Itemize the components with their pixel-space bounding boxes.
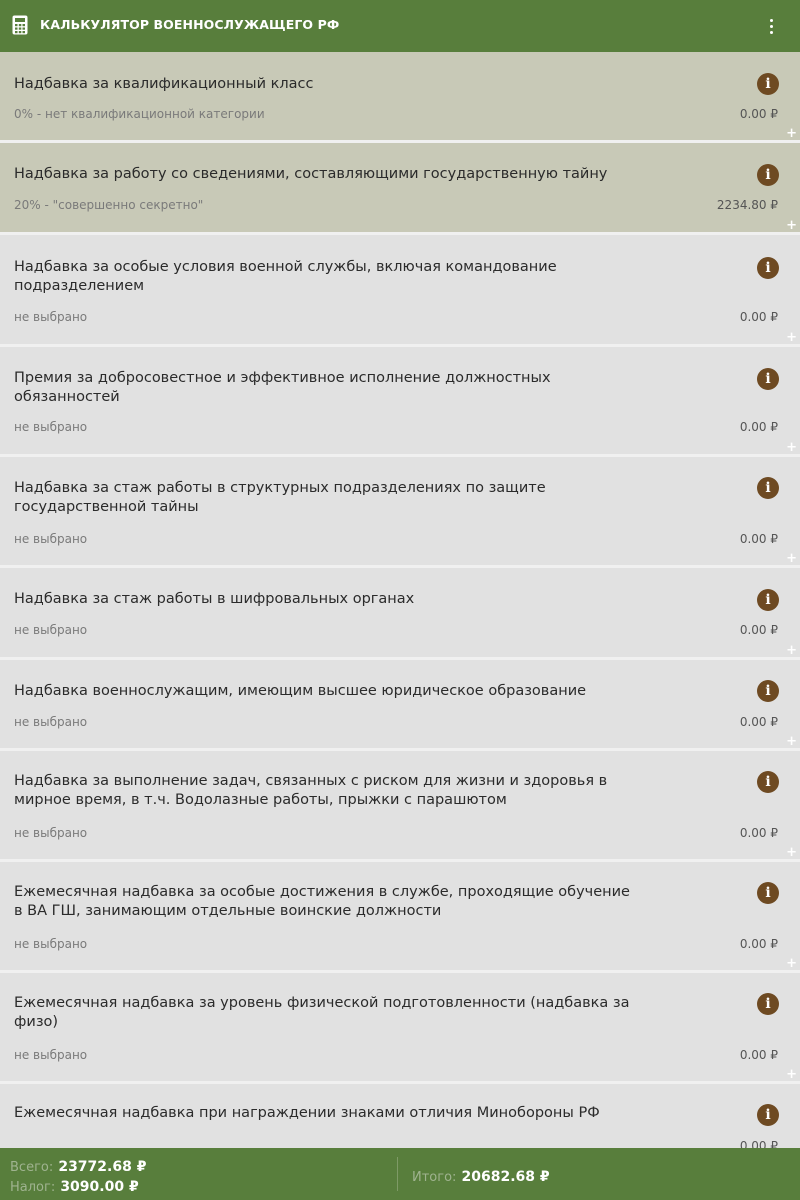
allowance-item-law-degree[interactable]: Надбавка военнослужащим, имеющим высшее … — [0, 660, 800, 751]
info-icon[interactable]: i — [757, 164, 779, 186]
allowance-item-qualification[interactable]: Надбавка за квалификационный класс 0% - … — [0, 52, 800, 143]
plus-icon[interactable]: + — [786, 1068, 797, 1081]
info-icon[interactable]: i — [757, 589, 779, 611]
tax-value: 3090.00 ₽ — [60, 1179, 139, 1195]
plus-icon[interactable]: + — [786, 127, 797, 140]
item-title: Ежемесячная надбавка при награждении зна… — [14, 1105, 600, 1121]
item-title: Надбавка за особые условия военной служб… — [14, 259, 557, 294]
item-amount: 0.00 ₽ — [739, 420, 778, 434]
allowance-item-physical-fitness[interactable]: Ежемесячная надбавка за уровень физическ… — [0, 973, 800, 1084]
item-value: не выбрано — [14, 623, 88, 637]
item-value: не выбрано — [14, 1048, 88, 1062]
info-icon[interactable]: i — [757, 1104, 779, 1126]
allowance-item-cipher-seniority[interactable]: Надбавка за стаж работы в шифровальных о… — [0, 568, 800, 660]
allowance-list: Надбавка за квалификационный класс 0% - … — [0, 52, 800, 1148]
result-label: Итого: — [412, 1170, 457, 1185]
info-icon[interactable]: i — [757, 257, 779, 279]
info-icon[interactable]: i — [757, 882, 779, 904]
item-title: Ежемесячная надбавка за уровень физическ… — [14, 995, 630, 1030]
plus-icon[interactable]: + — [786, 441, 797, 454]
plus-icon[interactable]: + — [786, 957, 797, 970]
item-title: Надбавка за стаж работы в шифровальных о… — [14, 591, 415, 607]
item-title: Надбавка военнослужащим, имеющим высшее … — [14, 683, 587, 699]
app-header: КАЛЬКУЛЯТОР ВОЕННОСЛУЖАЩЕГО РФ — [0, 0, 800, 52]
item-title: Надбавка за квалификационный класс — [14, 76, 314, 92]
info-icon[interactable]: i — [757, 993, 779, 1015]
total-label: Всего: — [10, 1160, 54, 1175]
plus-icon[interactable]: + — [786, 552, 797, 565]
item-amount: 0.00 ₽ — [739, 532, 778, 546]
tax-row: Налог: 3090.00 ₽ — [10, 1176, 139, 1195]
item-title: Премия за добросовестное и эффективное и… — [14, 370, 551, 405]
calculator-icon — [12, 15, 28, 35]
item-title: Надбавка за выполнение задач, связанных … — [14, 773, 608, 808]
item-value: не выбрано — [14, 826, 88, 840]
plus-icon[interactable]: + — [786, 331, 797, 344]
more-vert-icon[interactable] — [764, 16, 780, 36]
item-amount: 2234.80 ₽ — [716, 198, 778, 212]
app-title: КАЛЬКУЛЯТОР ВОЕННОСЛУЖАЩЕГО РФ — [40, 17, 340, 32]
allowance-item-bonus[interactable]: Премия за добросовестное и эффективное и… — [0, 347, 800, 457]
item-title: Надбавка за работу со сведениями, состав… — [14, 166, 608, 182]
item-amount: 0.00 ₽ — [739, 107, 778, 121]
item-amount: 0.00 ₽ — [739, 1139, 778, 1148]
allowance-item-distinction-badges[interactable]: Ежемесячная надбавка при награждении зна… — [0, 1084, 800, 1148]
result-value: 20682.68 ₽ — [461, 1169, 550, 1185]
info-icon[interactable]: i — [757, 73, 779, 95]
allowance-item-special-conditions[interactable]: Надбавка за особые условия военной служб… — [0, 235, 800, 347]
item-amount: 0.00 ₽ — [739, 826, 778, 840]
item-title: Ежемесячная надбавка за особые достижени… — [14, 884, 630, 919]
allowance-item-secret-service-seniority[interactable]: Надбавка за стаж работы в структурных по… — [0, 457, 800, 568]
total-row: Всего: 23772.68 ₽ — [10, 1156, 146, 1175]
item-amount: 0.00 ₽ — [739, 623, 778, 637]
item-amount: 0.00 ₽ — [739, 715, 778, 729]
allowance-item-state-secret[interactable]: Надбавка за работу со сведениями, состав… — [0, 143, 800, 235]
total-value: 23772.68 ₽ — [58, 1159, 147, 1175]
item-amount: 0.00 ₽ — [739, 937, 778, 951]
totals-bar: Всего: 23772.68 ₽ Налог: 3090.00 ₽ Итого… — [0, 1148, 800, 1200]
result-row: Итого: 20682.68 ₽ — [412, 1166, 550, 1185]
plus-icon[interactable]: + — [786, 219, 797, 232]
item-amount: 0.00 ₽ — [739, 310, 778, 324]
item-amount: 0.00 ₽ — [739, 1048, 778, 1062]
plus-icon[interactable]: + — [786, 846, 797, 859]
allowance-item-special-achievements[interactable]: Ежемесячная надбавка за особые достижени… — [0, 862, 800, 973]
item-value: не выбрано — [14, 420, 88, 434]
item-value: не выбрано — [14, 310, 88, 324]
info-icon[interactable]: i — [757, 680, 779, 702]
item-value: 0% - нет квалификационной категории — [14, 107, 265, 121]
item-title: Надбавка за стаж работы в структурных по… — [14, 480, 546, 515]
tax-label: Налог: — [10, 1180, 56, 1195]
allowance-item-risk-tasks[interactable]: Надбавка за выполнение задач, связанных … — [0, 751, 800, 862]
item-value: не выбрано — [14, 715, 88, 729]
info-icon[interactable]: i — [757, 368, 779, 390]
info-icon[interactable]: i — [757, 477, 779, 499]
info-icon[interactable]: i — [757, 771, 779, 793]
plus-icon[interactable]: + — [786, 644, 797, 657]
item-value: 20% - "совершенно секретно" — [14, 198, 204, 212]
item-value: не выбрано — [14, 532, 88, 546]
footer-divider — [397, 1157, 398, 1191]
item-value: не выбрано — [14, 937, 88, 951]
plus-icon[interactable]: + — [786, 735, 797, 748]
